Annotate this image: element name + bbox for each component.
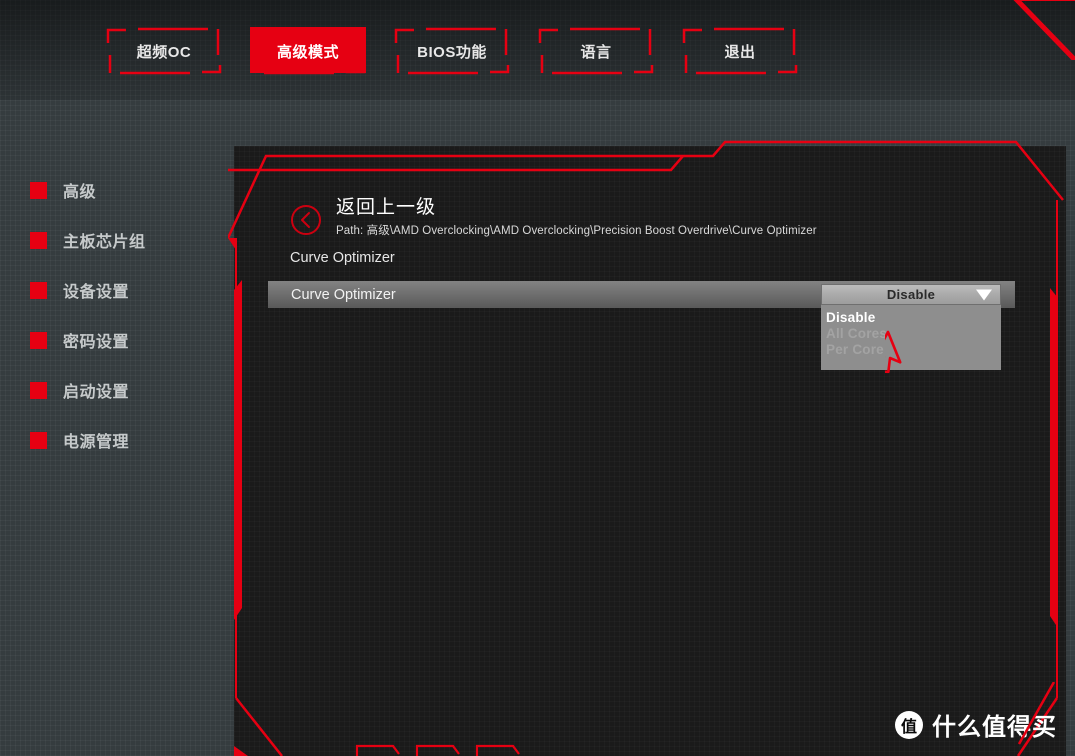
sidebar-item-chipset[interactable]: 主板芯片组 bbox=[30, 228, 210, 252]
chevron-down-icon bbox=[976, 289, 992, 300]
tab-label: 高级模式 bbox=[276, 43, 339, 61]
back-chevron-circle-icon[interactable] bbox=[290, 204, 322, 236]
sidebar-item-password-settings[interactable]: 密码设置 bbox=[30, 328, 210, 352]
watermark: 值 什么值得买 bbox=[895, 682, 1057, 745]
section-title: Curve Optimizer bbox=[290, 250, 395, 266]
dropdown-option-disable[interactable]: Disable bbox=[821, 310, 1001, 326]
tab-label: BIOS功能 bbox=[417, 43, 487, 61]
corner-accent-decoration bbox=[1013, 0, 1075, 60]
tab-label: 退出 bbox=[724, 43, 756, 61]
bullet-square-icon bbox=[30, 181, 47, 199]
bullet-square-icon bbox=[30, 431, 47, 449]
bullet-square-icon bbox=[30, 331, 47, 349]
setting-label: Curve Optimizer bbox=[291, 286, 396, 303]
tab-label: 超频OC bbox=[136, 43, 192, 61]
back-text-group: 返回上一级 Path: 高级\AMD Overclocking\AMD Over… bbox=[336, 196, 817, 238]
panel-content: 返回上一级 Path: 高级\AMD Overclocking\AMD Over… bbox=[228, 138, 1075, 756]
sidebar-nav: 高级 主板芯片组 设备设置 密码设置 启动设置 电源管理 bbox=[30, 178, 210, 478]
tab-advanced-mode[interactable]: 高级模式 bbox=[248, 25, 368, 77]
dropdown-option-all-cores[interactable]: All Cores bbox=[821, 326, 1001, 342]
bullet-square-icon bbox=[30, 231, 47, 249]
sidebar-item-label: 高级 bbox=[63, 184, 97, 201]
curve-optimizer-dropdown: Disable Disable All Cores Per Core bbox=[821, 284, 1001, 370]
tab-overclock[interactable]: 超频OC bbox=[104, 25, 224, 77]
back-navigation-row[interactable]: 返回上一级 Path: 高级\AMD Overclocking\AMD Over… bbox=[290, 196, 817, 238]
tab-language[interactable]: 语言 bbox=[536, 25, 656, 77]
tab-exit[interactable]: 退出 bbox=[680, 25, 800, 77]
bottom-bracket-decoration bbox=[355, 744, 520, 756]
sidebar-item-label: 电源管理 bbox=[63, 434, 130, 451]
bullet-square-icon bbox=[30, 281, 47, 299]
bullet-square-icon bbox=[30, 381, 47, 399]
top-tab-bar: 超频OC 高级模式 BIOS功能 语言 退出 bbox=[104, 25, 800, 77]
sidebar-item-device-settings[interactable]: 设备设置 bbox=[30, 278, 210, 302]
sidebar-item-label: 密码设置 bbox=[63, 334, 130, 351]
dropdown-option-list: Disable All Cores Per Core bbox=[821, 305, 1001, 370]
watermark-text: 什么值得买 bbox=[932, 714, 1057, 741]
tab-label: 语言 bbox=[580, 43, 612, 61]
back-title: 返回上一级 bbox=[336, 197, 437, 218]
sidebar-item-label: 设备设置 bbox=[63, 284, 130, 301]
sidebar-item-boot-settings[interactable]: 启动设置 bbox=[30, 378, 210, 402]
sidebar-item-label: 启动设置 bbox=[63, 384, 130, 401]
sidebar-item-label: 主板芯片组 bbox=[63, 234, 146, 251]
dropdown-selected-value: Disable bbox=[886, 287, 936, 302]
sidebar-item-advanced[interactable]: 高级 bbox=[30, 178, 210, 202]
bios-screen: 超频OC 高级模式 BIOS功能 语言 退出 高级 主板芯片组 设备设置 密码设… bbox=[0, 0, 1075, 756]
breadcrumb-path: Path: 高级\AMD Overclocking\AMD Overclocki… bbox=[336, 225, 817, 237]
dropdown-option-per-core[interactable]: Per Core bbox=[821, 342, 1001, 358]
dropdown-button[interactable]: Disable bbox=[821, 284, 1001, 305]
tab-bios-features[interactable]: BIOS功能 bbox=[392, 25, 512, 77]
sidebar-item-power-management[interactable]: 电源管理 bbox=[30, 428, 210, 452]
watermark-logo-icon: 值 bbox=[895, 710, 923, 739]
